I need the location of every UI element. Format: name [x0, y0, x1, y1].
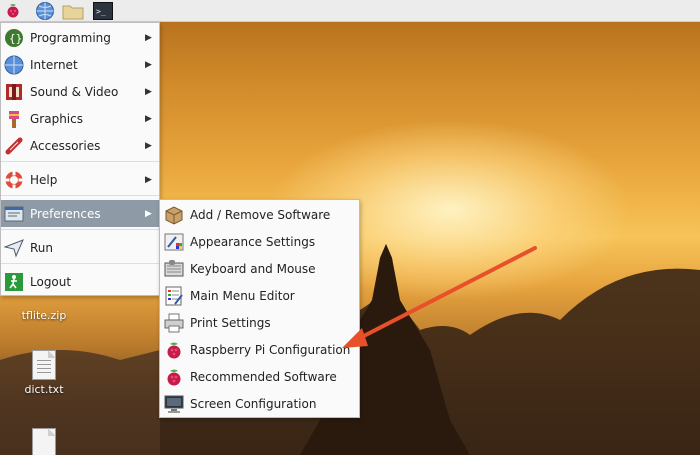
main-menu: {} Programming ▶ Internet ▶ Sound & Vide… — [0, 22, 160, 296]
internet-icon — [3, 54, 25, 76]
menu-item-appearance-settings[interactable]: Appearance Settings — [160, 228, 359, 255]
menu-item-label: Preferences — [30, 206, 101, 221]
menu-item-add-remove-software[interactable]: Add / Remove Software — [160, 201, 359, 228]
chevron-right-icon: ▶ — [145, 140, 152, 151]
preferences-submenu: Add / Remove Software Appearance Setting… — [159, 199, 360, 418]
menu-item-label: Main Menu Editor — [190, 288, 295, 303]
menu-item-label: Internet — [30, 57, 78, 72]
menu-item-main-menu-editor[interactable]: Main Menu Editor — [160, 282, 359, 309]
sound-video-icon — [3, 81, 25, 103]
chevron-right-icon: ▶ — [145, 59, 152, 70]
printer-icon — [163, 312, 185, 334]
menu-item-label: Appearance Settings — [190, 234, 316, 249]
menu-item-run[interactable]: Run — [1, 234, 159, 261]
accessories-icon — [3, 135, 25, 157]
globe-icon[interactable] — [34, 1, 56, 21]
raspberry-icon[interactable] — [2, 1, 24, 21]
file-icon — [32, 428, 56, 455]
taskbar: >_ — [0, 0, 700, 22]
menu-item-logout[interactable]: Logout — [1, 268, 159, 295]
menu-item-label: Screen Configuration — [190, 396, 317, 411]
menu-item-label: Print Settings — [190, 315, 271, 330]
chevron-right-icon: ▶ — [145, 86, 152, 97]
menu-separator — [1, 161, 159, 162]
menu-item-label: Programming — [30, 30, 111, 45]
desktop-item-label: dict.txt — [24, 383, 64, 396]
menu-separator — [1, 195, 159, 196]
chevron-right-icon: ▶ — [145, 113, 152, 124]
desktop-item-dict[interactable]: dict.txt — [12, 350, 76, 396]
keyboard-icon — [163, 258, 185, 280]
desktop-item-file[interactable] — [12, 428, 76, 455]
menu-separator — [1, 229, 159, 230]
menu-item-label: Raspberry Pi Configuration — [190, 342, 351, 357]
menu-item-label: Graphics — [30, 111, 83, 126]
menu-item-label: Sound & Video — [30, 84, 119, 99]
menu-item-label: Help — [30, 172, 58, 187]
raspberry-icon — [163, 339, 185, 361]
package-icon — [163, 204, 185, 226]
menu-item-sound-video[interactable]: Sound & Video ▶ — [1, 78, 159, 105]
menu-item-label: Add / Remove Software — [190, 207, 331, 222]
menu-item-recommended-software[interactable]: Recommended Software — [160, 363, 359, 390]
menu-item-label: Logout — [30, 274, 72, 289]
menu-item-graphics[interactable]: Graphics ▶ — [1, 105, 159, 132]
svg-text:>_: >_ — [96, 7, 106, 16]
menu-item-help[interactable]: Help ▶ — [1, 166, 159, 193]
folder-icon[interactable] — [62, 1, 84, 21]
menu-item-label: Run — [30, 240, 54, 255]
appearance-icon — [163, 231, 185, 253]
menu-item-raspberry-pi-configuration[interactable]: Raspberry Pi Configuration — [160, 336, 359, 363]
menu-item-keyboard-and-mouse[interactable]: Keyboard and Mouse — [160, 255, 359, 282]
menu-item-label: Accessories — [30, 138, 101, 153]
preferences-icon — [3, 203, 25, 225]
menu-item-screen-configuration[interactable]: Screen Configuration — [160, 390, 359, 417]
help-icon — [3, 169, 25, 191]
menu-item-print-settings[interactable]: Print Settings — [160, 309, 359, 336]
text-file-icon — [32, 350, 56, 380]
menu-item-label: Recommended Software — [190, 369, 337, 384]
chevron-right-icon: ▶ — [145, 174, 152, 185]
desktop-item-label: tflite.zip — [21, 309, 67, 322]
menu-item-programming[interactable]: {} Programming ▶ — [1, 24, 159, 51]
raspberry-icon — [163, 366, 185, 388]
svg-text:{}: {} — [9, 32, 22, 45]
monitor-icon — [163, 393, 185, 415]
logout-icon — [3, 271, 25, 293]
menu-item-internet[interactable]: Internet ▶ — [1, 51, 159, 78]
menu-separator — [1, 263, 159, 264]
menu-item-preferences[interactable]: Preferences ▶ — [1, 200, 159, 227]
chevron-right-icon: ▶ — [145, 32, 152, 43]
graphics-icon — [3, 108, 25, 130]
menu-editor-icon — [163, 285, 185, 307]
menu-item-label: Keyboard and Mouse — [190, 261, 316, 276]
terminal-icon[interactable]: >_ — [92, 1, 114, 21]
chevron-right-icon: ▶ — [145, 208, 152, 219]
menu-item-accessories[interactable]: Accessories ▶ — [1, 132, 159, 159]
programming-icon: {} — [3, 27, 25, 49]
run-icon — [3, 237, 25, 259]
